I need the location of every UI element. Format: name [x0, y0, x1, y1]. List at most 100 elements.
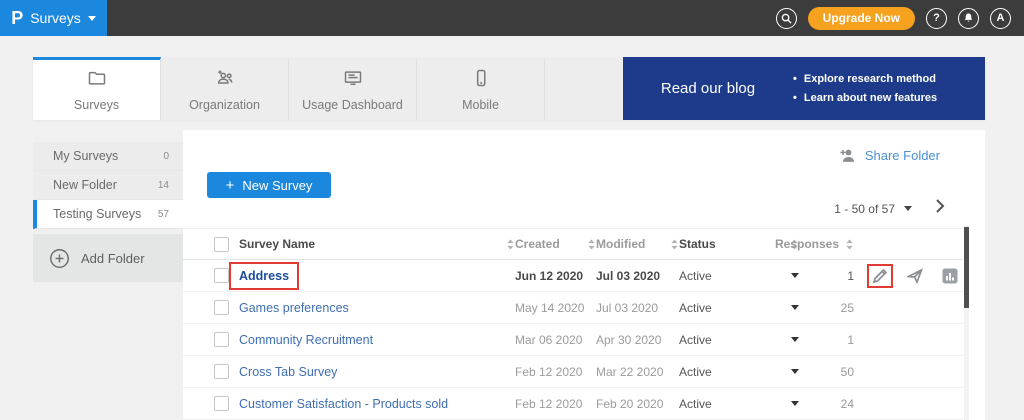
- search-button[interactable]: [776, 8, 797, 29]
- mobile-icon: [471, 68, 491, 93]
- tabs-container: Surveys Organization Usage Dashboard Mob…: [33, 57, 545, 120]
- tab-surveys[interactable]: Surveys: [33, 57, 161, 120]
- survey-name-annotation-box: Games preferences: [229, 294, 359, 322]
- blog-banner[interactable]: Read our blog Explore research methodLea…: [623, 57, 985, 120]
- modified-date: Jul 03 2020: [596, 269, 679, 283]
- status-dropdown[interactable]: Active: [679, 397, 799, 411]
- header-responses[interactable]: Responses: [799, 237, 854, 251]
- tab-usage-dashboard[interactable]: Usage Dashboard: [289, 57, 417, 120]
- page-size-caret-icon[interactable]: [904, 206, 912, 211]
- created-date: Jun 12 2020: [515, 269, 596, 283]
- share-folder-button[interactable]: Share Folder: [840, 148, 940, 163]
- new-survey-button[interactable]: + New Survey: [207, 172, 331, 198]
- reports-button[interactable]: [937, 264, 963, 288]
- folder-count-badge: 0: [163, 151, 169, 162]
- status-caret-icon[interactable]: [791, 305, 799, 310]
- notifications-button[interactable]: [958, 8, 979, 29]
- folder-sidebar: My Surveys 0 New Folder 14 Testing Surve…: [33, 130, 183, 420]
- survey-name-annotation-box: Cross Tab Survey: [229, 358, 347, 386]
- status-label: Active: [679, 269, 712, 283]
- pencil-icon: [872, 268, 888, 284]
- header-created[interactable]: Created: [515, 237, 596, 251]
- status-dropdown[interactable]: Active: [679, 333, 799, 347]
- header-survey-name[interactable]: Survey Name: [239, 237, 515, 251]
- chevron-down-icon: [88, 16, 96, 21]
- sidebar-folder-my-surveys[interactable]: My Surveys 0: [33, 142, 183, 171]
- bar-chart-icon: [942, 268, 958, 284]
- survey-list-panel: Share Folder + New Survey 1 - 50 of 57 S…: [183, 130, 985, 420]
- status-label: Active: [679, 397, 712, 411]
- status-dropdown[interactable]: Active: [679, 301, 799, 315]
- vertical-scrollbar[interactable]: [964, 225, 969, 420]
- help-button[interactable]: ?: [926, 8, 947, 29]
- module-tabs: Surveys Organization Usage Dashboard Mob…: [33, 57, 985, 120]
- add-folder-button[interactable]: Add Folder: [33, 234, 183, 282]
- table-row[interactable]: Cross Tab Survey Feb 12 2020 Mar 22 2020…: [183, 356, 963, 388]
- table-row[interactable]: Community Recruitment Mar 06 2020 Apr 30…: [183, 324, 963, 356]
- survey-name-link[interactable]: Community Recruitment: [239, 333, 373, 347]
- top-bar: P Surveys Upgrade Now ? A: [0, 0, 1024, 36]
- select-all-checkbox[interactable]: [214, 237, 229, 252]
- plus-circle-icon: [49, 248, 70, 269]
- sidebar-folder-testing-surveys[interactable]: Testing Surveys 57: [33, 200, 183, 229]
- survey-name-annotation-box: Address: [229, 262, 299, 290]
- responses-count: 1: [799, 269, 854, 283]
- created-date: Feb 12 2020: [515, 397, 596, 411]
- survey-name-annotation-box: Customer Satisfaction - Products sold: [229, 390, 458, 418]
- app-name: Surveys: [30, 10, 81, 26]
- survey-name-link[interactable]: Cross Tab Survey: [239, 365, 337, 379]
- row-checkbox[interactable]: [214, 300, 229, 315]
- folder-icon: [87, 68, 107, 93]
- avatar[interactable]: A: [990, 8, 1011, 29]
- sort-icon[interactable]: [587, 238, 596, 251]
- created-date: Feb 12 2020: [515, 365, 596, 379]
- tab-mobile[interactable]: Mobile: [417, 57, 545, 120]
- sidebar-folder-new-folder[interactable]: New Folder 14: [33, 171, 183, 200]
- blog-bullet: Learn about new features: [793, 92, 937, 104]
- survey-name-annotation-box: Community Recruitment: [229, 326, 383, 354]
- app-switcher[interactable]: P Surveys: [0, 0, 107, 36]
- surveys-table: Survey Name Created Modified Status Resp…: [183, 228, 963, 420]
- edit-survey-button[interactable]: [867, 264, 893, 288]
- proprofs-logo: P: [11, 9, 23, 27]
- status-caret-icon[interactable]: [791, 273, 799, 278]
- row-checkbox[interactable]: [214, 396, 229, 411]
- survey-name-link[interactable]: Games preferences: [239, 301, 349, 315]
- row-checkbox[interactable]: [214, 332, 229, 347]
- responses-count: 1: [799, 333, 854, 347]
- blog-bullet-list: Explore research method Learn about new f…: [793, 73, 937, 104]
- folder-count-badge: 57: [158, 209, 169, 220]
- status-caret-icon[interactable]: [791, 401, 799, 406]
- send-survey-button[interactable]: [902, 264, 928, 288]
- survey-name-link[interactable]: Customer Satisfaction - Products sold: [239, 397, 448, 411]
- status-caret-icon[interactable]: [791, 337, 799, 342]
- table-row[interactable]: Address Jun 12 2020 Jul 03 2020 Active 1: [183, 260, 963, 292]
- table-row[interactable]: Games preferences May 14 2020 Jul 03 202…: [183, 292, 963, 324]
- sort-icon[interactable]: [506, 238, 515, 251]
- scrollbar-thumb[interactable]: [964, 227, 969, 308]
- upgrade-now-button[interactable]: Upgrade Now: [808, 7, 915, 30]
- folder-count-badge: 14: [158, 180, 169, 191]
- search-icon: [781, 13, 792, 24]
- header-modified[interactable]: Modified: [596, 237, 679, 251]
- row-checkbox[interactable]: [214, 268, 229, 283]
- status-label: Active: [679, 333, 712, 347]
- pagination-range: 1 - 50 of 57: [834, 202, 895, 216]
- blog-bullet: Explore research method: [793, 73, 937, 85]
- status-dropdown[interactable]: Active: [679, 269, 799, 283]
- bell-icon: [963, 12, 974, 24]
- status-dropdown[interactable]: Active: [679, 365, 799, 379]
- row-checkbox[interactable]: [214, 364, 229, 379]
- sort-icon[interactable]: [670, 238, 679, 251]
- share-person-icon: [840, 148, 857, 163]
- modified-date: Apr 30 2020: [596, 333, 679, 347]
- responses-count: 50: [799, 365, 854, 379]
- tab-organization[interactable]: Organization: [161, 57, 289, 120]
- status-caret-icon[interactable]: [791, 369, 799, 374]
- next-page-button[interactable]: [935, 199, 945, 218]
- survey-name-link[interactable]: Address: [239, 269, 289, 283]
- new-survey-label: New Survey: [242, 178, 312, 193]
- sort-icon[interactable]: [845, 238, 854, 251]
- dashboard-icon: [343, 68, 363, 93]
- table-row[interactable]: Customer Satisfaction - Products sold Fe…: [183, 388, 963, 420]
